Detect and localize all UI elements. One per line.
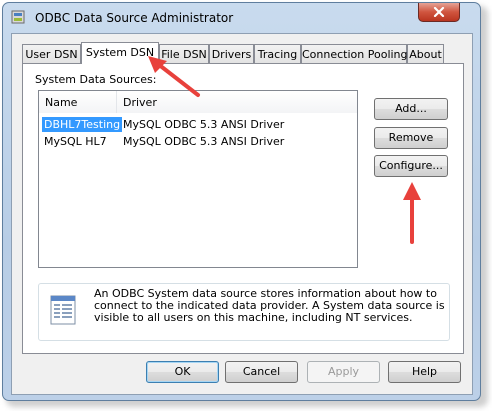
tab-connection-pooling[interactable]: Connection Pooling: [301, 44, 408, 63]
tab-tracing[interactable]: Tracing: [254, 44, 301, 63]
column-header-name[interactable]: Name: [39, 91, 117, 113]
help-button[interactable]: Help: [388, 361, 461, 383]
close-icon: [433, 7, 445, 17]
tab-label: Drivers: [211, 48, 252, 61]
column-header-driver[interactable]: Driver: [117, 91, 357, 113]
system-data-sources-label: System Data Sources:: [35, 73, 157, 86]
cancel-button[interactable]: Cancel: [225, 361, 298, 383]
tab-system-dsn[interactable]: System DSN: [81, 42, 159, 64]
tab-label: About: [409, 48, 442, 61]
dialog-client-area: User DSN System DSN File DSN Drivers Tra…: [11, 33, 473, 395]
info-description: An ODBC System data source stores inform…: [94, 287, 445, 324]
apply-button[interactable]: Apply: [307, 361, 380, 383]
odbc-app-icon: [11, 10, 25, 24]
data-sources-list[interactable]: Name Driver DBHL7Testing MySQL ODBC 5.3 …: [38, 90, 358, 268]
tab-label: User DSN: [25, 48, 78, 61]
tab-label: Tracing: [257, 48, 298, 61]
odbc-dialog-window: ODBC Data Source Administrator User DSN …: [2, 2, 481, 401]
tab-file-dsn[interactable]: File DSN: [159, 44, 209, 63]
column-header-label: Driver: [123, 96, 157, 109]
add-button[interactable]: Add...: [374, 98, 448, 120]
tab-drivers[interactable]: Drivers: [209, 44, 254, 63]
list-item-driver: MySQL ODBC 5.3 ANSI Driver: [123, 135, 285, 148]
ok-button[interactable]: OK: [146, 361, 219, 383]
tab-label: Connection Pooling: [302, 48, 408, 61]
tab-label: File DSN: [161, 48, 207, 61]
list-item-name: DBHL7Testing: [42, 117, 123, 132]
configure-button[interactable]: Configure...: [374, 155, 448, 177]
list-item-name: MySQL HL7: [44, 135, 107, 148]
close-button[interactable]: [418, 3, 460, 22]
system-dsn-panel: System Data Sources: Name Driver DBHL7Te…: [22, 63, 464, 354]
tab-about[interactable]: About: [407, 44, 444, 63]
tab-label: System DSN: [85, 46, 155, 59]
tab-user-dsn[interactable]: User DSN: [22, 44, 81, 63]
info-box: An ODBC System data source stores inform…: [38, 283, 450, 341]
window-title: ODBC Data Source Administrator: [35, 11, 234, 25]
info-document-icon: [50, 295, 76, 325]
list-item-driver: MySQL ODBC 5.3 ANSI Driver: [123, 118, 285, 131]
remove-button[interactable]: Remove: [374, 127, 448, 149]
column-header-label: Name: [45, 96, 78, 109]
